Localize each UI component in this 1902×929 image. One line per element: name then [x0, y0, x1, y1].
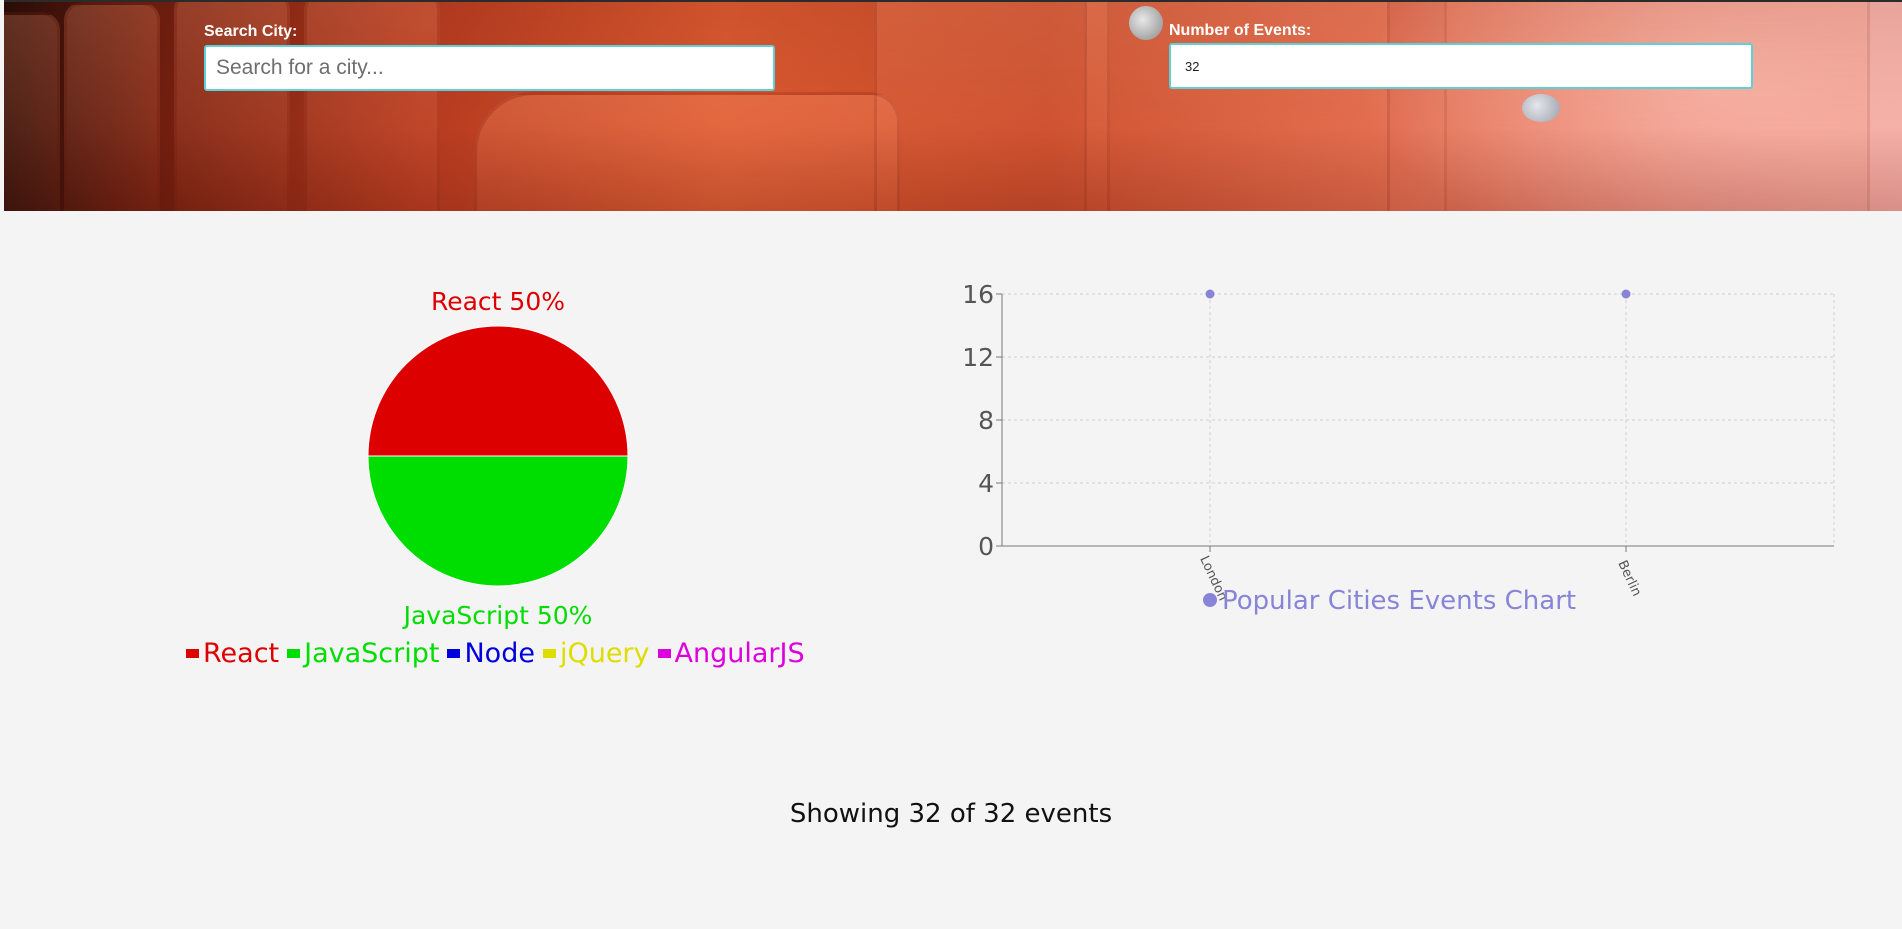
y-tick-label: 16	[962, 280, 994, 309]
legend-item-jquery: jQuery	[542, 638, 650, 669]
y-tick-label: 0	[978, 532, 994, 561]
number-of-events-label: Number of Events:	[1169, 22, 1312, 39]
legend-item-javascript: JavaScript	[287, 638, 439, 669]
city-search-label: Search City:	[204, 23, 298, 40]
cities-scatter-chart: 0481216London BerlinPopular Cities Events…	[962, 280, 1835, 616]
number-of-events-input[interactable]	[1169, 43, 1753, 89]
x-tick-label: Berlin	[1614, 558, 1644, 599]
legend-label: React	[203, 638, 280, 669]
y-tick-label: 8	[978, 406, 994, 435]
y-tick-label: 4	[978, 469, 994, 498]
scatter-legend-marker	[1203, 593, 1217, 607]
scatter-legend-label: Popular Cities Events Chart	[1222, 586, 1576, 616]
legend-item-node: Node	[447, 638, 535, 669]
legend-swatch	[657, 649, 671, 658]
legend-label: Node	[464, 638, 535, 669]
city-search-input[interactable]	[204, 45, 775, 91]
genre-pie-chart: React 50% JavaScript 50%	[367, 290, 629, 630]
pie-legend: React JavaScript Node jQuery AngularJS	[186, 638, 813, 669]
events-summary-text: Showing 32 of 32 events	[789, 799, 1113, 829]
legend-item-react: React	[186, 638, 279, 669]
scatter-point-berlin[interactable]	[1621, 289, 1631, 299]
pie-slice-javascript	[367, 455, 629, 587]
legend-swatch	[542, 649, 556, 658]
legend-swatch	[447, 649, 461, 658]
events-summary: Showing 32 of 32 events	[0, 799, 1902, 829]
legend-label: jQuery	[559, 638, 650, 669]
legend-label: AngularJS	[674, 638, 805, 669]
legend-label: JavaScript	[304, 638, 440, 669]
pie-label-react: React 50%	[431, 290, 565, 316]
scatter-point-london[interactable]	[1205, 289, 1215, 299]
pie-label-javascript: JavaScript 50%	[402, 601, 593, 630]
legend-item-angularjs: AngularJS	[657, 638, 805, 669]
pie-slice-react	[367, 325, 629, 457]
legend-swatch	[186, 649, 199, 658]
legend-swatch	[287, 649, 301, 658]
y-tick-label: 12	[962, 343, 994, 372]
